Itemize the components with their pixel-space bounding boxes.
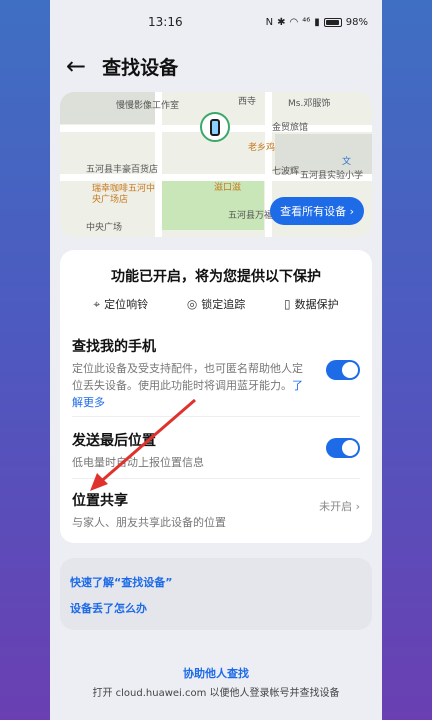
back-arrow-icon[interactable]: ← <box>66 54 86 78</box>
assist-others-link[interactable]: 协助他人查找 <box>50 665 382 681</box>
map-poi: 文 <box>342 157 352 167</box>
map-poi: 七波辉 <box>272 167 300 177</box>
setting-title: 发送最后位置 <box>72 433 156 449</box>
map-poi: 瑞幸咖啡五河中央广场店 <box>92 184 156 205</box>
view-all-devices-button[interactable]: 查看所有设备 › <box>270 197 364 225</box>
feature-label: 定位响铃 <box>104 298 149 311</box>
chevron-right-icon: › <box>349 205 354 218</box>
view-all-devices-label: 查看所有设备 <box>280 205 347 218</box>
map-poi: 西寺 <box>238 97 257 107</box>
setting-desc-text: 定位此设备及受支持配件，也可匿名帮助他人定位丢失设备。使用此功能时将调用蓝牙能力… <box>72 362 303 392</box>
device-lost-help-link[interactable]: 设备丢了怎么办 <box>70 600 147 616</box>
help-card: 快速了解“查找设备” 设备丢了怎么办 <box>60 558 372 630</box>
status-time: 13:16 <box>148 15 183 29</box>
nfc-icon: N <box>265 16 274 28</box>
status-text: 未开启 <box>319 500 353 513</box>
setting-description: 定位此设备及受支持配件，也可匿名帮助他人定位丢失设备。使用此功能时将调用蓝牙能力… <box>72 360 312 411</box>
setting-title: 位置共享 <box>72 493 128 509</box>
settings-card: 功能已开启，将为您提供以下保护 ⌖ 定位响铃 ◎ 锁定追踪 ▯ 数据保护 查找我… <box>60 250 372 543</box>
protection-features: ⌖ 定位响铃 ◎ 锁定追踪 ▯ 数据保护 <box>60 296 372 312</box>
protection-title: 功能已开启，将为您提供以下保护 <box>111 269 321 285</box>
device-map[interactable]: 慢慢影像工作室 西寺 Ms.邓服饰 金贸旅馆 老乡鸡 七波辉 五河县丰豪百货店 … <box>60 92 372 237</box>
feature-locate-ring: ⌖ 定位响铃 <box>93 296 148 312</box>
wifi-icon: ◠ <box>289 16 299 28</box>
phone-screen: 13:16 N ✱ ◠ ⁴⁶ ▮ 98% ← 查找设备 慢慢影像工作室 西寺 M… <box>50 0 382 720</box>
feature-data-protect: ▯ 数据保护 <box>284 296 339 312</box>
feature-lock-track: ◎ 锁定追踪 <box>187 296 245 312</box>
bluetooth-icon: ✱ <box>277 16 286 28</box>
setting-description: 低电量时自动上报位置信息 <box>72 456 204 469</box>
lock-track-icon: ◎ <box>186 297 198 311</box>
divider <box>72 416 360 417</box>
status-bar: 13:16 N ✱ ◠ ⁴⁶ ▮ 98% <box>50 0 382 44</box>
map-poi: 中央广场 <box>86 223 123 233</box>
map-poi: 老乡鸡 <box>248 143 276 153</box>
map-poi: 金贸旅馆 <box>272 123 309 133</box>
title-bar: ← 查找设备 <box>50 44 382 88</box>
setting-find-my-phone[interactable]: 查找我的手机 定位此设备及受支持配件，也可匿名帮助他人定位丢失设备。使用此功能时… <box>72 336 360 409</box>
map-poi: 慢慢影像工作室 <box>116 101 180 111</box>
quick-learn-link[interactable]: 快速了解“查找设备” <box>70 574 172 590</box>
map-poi: Ms.邓服饰 <box>288 99 331 109</box>
setting-title: 查找我的手机 <box>72 339 156 355</box>
map-poi: 五河县实验小学 <box>300 171 364 181</box>
divider <box>72 478 360 479</box>
phone-shield-icon: ▯ <box>284 297 291 311</box>
map-poi: 滋口滋 <box>214 183 242 193</box>
footer-note: 打开 cloud.huawei.com 以便他人登录帐号并查找设备 <box>92 688 340 699</box>
battery-icon <box>323 17 342 27</box>
feature-label: 数据保护 <box>294 298 339 311</box>
map-poi: 五河县丰豪百货店 <box>86 165 159 175</box>
location-sharing-status: 未开启 › <box>319 498 360 514</box>
setting-description: 与家人、朋友共享此设备的位置 <box>72 516 226 529</box>
status-icons: N ✱ ◠ ⁴⁶ ▮ 98% <box>266 17 368 28</box>
device-location-pin[interactable] <box>200 112 230 142</box>
find-phone-toggle[interactable] <box>326 360 360 380</box>
network-label: ⁴⁶ <box>302 16 311 28</box>
location-icon: ⌖ <box>93 296 101 311</box>
page-title: 查找设备 <box>102 56 179 79</box>
battery-percent: 98% <box>345 16 368 28</box>
last-location-toggle[interactable] <box>326 438 360 458</box>
map-poi: 五河县万福 <box>228 211 274 221</box>
signal-icon: ▮ <box>314 16 320 28</box>
map-park <box>160 180 264 230</box>
phone-icon <box>210 118 220 136</box>
chevron-right-icon: › <box>355 500 360 513</box>
setting-send-last-location[interactable]: 发送最后位置 低电量时自动上报位置信息 <box>72 430 360 470</box>
feature-label: 锁定追踪 <box>201 298 246 311</box>
setting-location-sharing[interactable]: 位置共享 与家人、朋友共享此设备的位置 未开启 › <box>72 490 360 530</box>
